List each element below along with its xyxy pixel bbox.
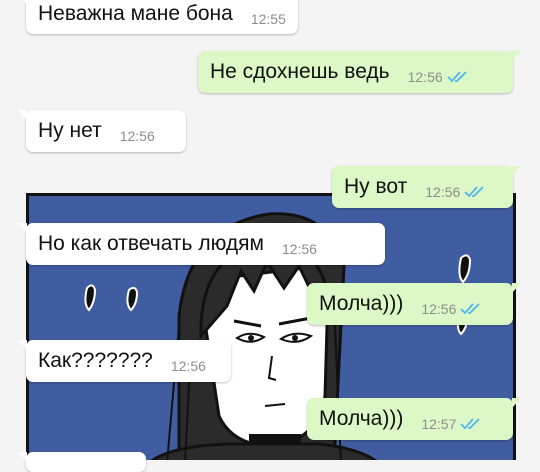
message-bubble-outgoing[interactable]: Не сдохнешь ведь 12:56 xyxy=(198,51,521,93)
double-check-icon xyxy=(460,302,482,316)
message-bubble-outgoing[interactable]: Молча))) 12:57 xyxy=(307,398,521,440)
message-text: Как??????? xyxy=(38,349,153,372)
double-check-icon xyxy=(460,417,482,431)
message-timestamp: 12:56 xyxy=(119,128,155,144)
message-bubble-incoming[interactable]: Но как отвечать людям 12:56 xyxy=(18,223,385,265)
message-bubble-outgoing[interactable]: Ну вот 12:56 xyxy=(332,166,521,208)
message-bubble-incoming-partial[interactable] xyxy=(18,452,146,472)
message-text: Ну вот xyxy=(344,175,408,198)
message-timestamp: 12:56 xyxy=(421,301,457,317)
message-timestamp: 12:56 xyxy=(425,184,461,200)
message-bubble-outgoing[interactable]: Молча))) 12:56 xyxy=(307,283,521,325)
message-timestamp: 12:55 xyxy=(250,11,286,27)
message-text: Неважна мане бона xyxy=(38,2,233,25)
message-timestamp: 12:56 xyxy=(281,241,317,257)
double-check-icon xyxy=(464,185,486,199)
message-bubble-incoming[interactable]: Неважна мане бона 12:55 xyxy=(18,0,298,34)
message-timestamp: 12:57 xyxy=(421,416,457,432)
double-check-icon xyxy=(447,70,469,84)
message-text: Ну нет xyxy=(38,119,102,142)
message-bubble-incoming[interactable]: Ну нет 12:56 xyxy=(18,110,186,152)
message-timestamp: 12:56 xyxy=(170,358,206,374)
message-text: Молча))) xyxy=(319,407,404,430)
message-text: Молча))) xyxy=(319,292,404,315)
message-text: Но как отвечать людям xyxy=(38,232,264,255)
message-timestamp: 12:56 xyxy=(407,69,443,85)
message-text: Не сдохнешь ведь xyxy=(210,60,390,83)
message-bubble-incoming[interactable]: Как??????? 12:56 xyxy=(18,340,231,382)
